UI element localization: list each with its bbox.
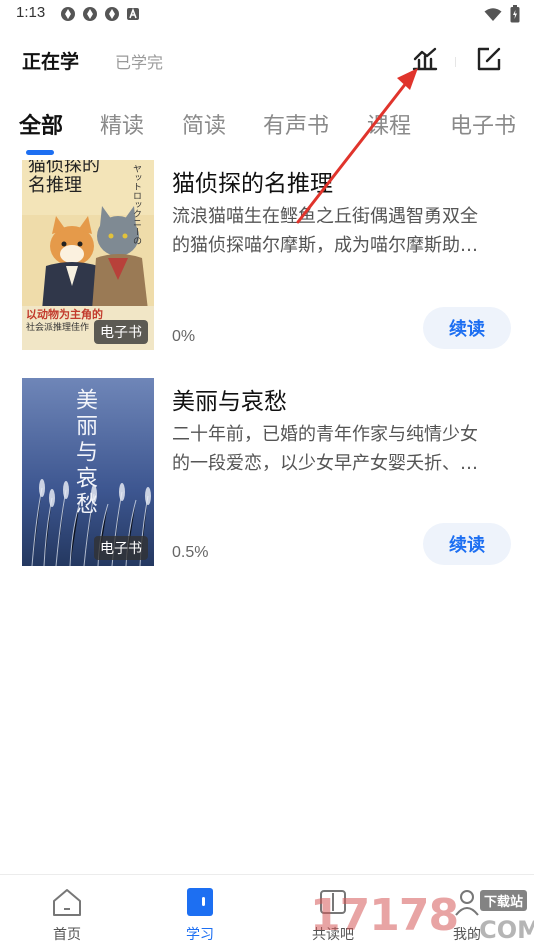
continue-reading-button[interactable]: 续读	[423, 307, 511, 349]
book-title[interactable]: 猫侦探的名推理	[172, 164, 333, 198]
edit-icon[interactable]	[474, 44, 504, 74]
book-item[interactable]: 猫侦探的 名推理 ヤットロックニーの 以动物为主角的 社会派推理佳作 电子书 猫…	[0, 160, 534, 350]
cover-subtitle: 社会派推理佳作	[26, 323, 90, 333]
app-icon	[104, 6, 120, 22]
cover-title-line1: 猫侦探的	[28, 160, 100, 176]
tab-finished[interactable]: 已学完	[115, 49, 163, 73]
home-icon	[50, 885, 84, 919]
book-desc-line: 的猫侦探喵尔摩斯，成为喵尔摩斯助…	[172, 235, 478, 256]
app-icon	[82, 6, 98, 22]
status-time: 1:13	[16, 4, 46, 21]
active-tab-indicator	[26, 150, 54, 155]
wifi-icon	[484, 7, 502, 26]
book-title[interactable]: 美丽与哀愁	[172, 382, 287, 416]
watermark-subtitle: 下载站	[480, 890, 528, 911]
status-bar: 1:13	[0, 0, 534, 30]
reading-progress: 0%	[172, 328, 196, 345]
tab-in-progress[interactable]: 正在学	[22, 47, 79, 74]
study-icon	[183, 885, 217, 919]
nav-label: 学习	[186, 927, 214, 943]
stats-chart-icon[interactable]	[410, 44, 440, 74]
nav-study[interactable]: 学习	[160, 885, 240, 944]
book-desc-line: 二十年前，已婚的青年作家与纯情少女	[172, 424, 478, 445]
book-description: 流浪猫喵生在鲣鱼之丘街偶遇智勇双全 的猫侦探喵尔摩斯，成为喵尔摩斯助…	[172, 202, 506, 260]
nav-label: 首页	[53, 927, 81, 943]
watermark-domain: .COM	[470, 916, 534, 944]
category-tabs: 全部 精读 简读 有声书 课程 电子书	[0, 108, 534, 152]
book-cover: 猫侦探的 名推理 ヤットロックニーの 以动物为主角的 社会派推理佳作 电子书	[22, 160, 154, 350]
status-right	[484, 5, 520, 27]
book-cover: 美丽与哀愁 电子书	[22, 378, 154, 566]
learning-status-tabs: 正在学 已学完	[22, 47, 163, 74]
book-desc-line: 流浪猫喵生在鲣鱼之丘街偶遇智勇双全	[172, 206, 478, 227]
ebook-badge: 电子书	[94, 320, 148, 344]
tab-ebook[interactable]: 电子书	[450, 108, 516, 140]
reading-progress: 0.5%	[172, 544, 209, 561]
tab-all[interactable]: 全部	[19, 108, 63, 140]
notification-icons	[60, 6, 142, 22]
cover-title: 美丽与哀愁	[72, 388, 97, 518]
battery-icon	[510, 5, 520, 27]
header-actions	[410, 44, 504, 74]
nav-home[interactable]: 首页	[27, 885, 107, 944]
app-icon	[60, 6, 76, 22]
cover-vertical-text: ヤットロックニーの	[131, 164, 141, 245]
a-icon	[126, 6, 142, 22]
book-desc-line: 的一段爱恋，以少女早产女婴夭折、…	[172, 453, 478, 474]
cover-title-line2: 名推理	[28, 175, 82, 196]
book-item[interactable]: 美丽与哀愁 电子书 美丽与哀愁 二十年前，已婚的青年作家与纯情少女 的一段爱恋，…	[0, 378, 534, 566]
tab-intensive-reading[interactable]: 精读	[100, 108, 144, 140]
ebook-badge: 电子书	[94, 536, 148, 560]
watermark-number: 17178	[310, 890, 459, 941]
tab-brief-reading[interactable]: 简读	[182, 108, 226, 140]
tab-audiobook[interactable]: 有声书	[263, 108, 329, 140]
continue-reading-button[interactable]: 续读	[423, 523, 511, 565]
book-description: 二十年前，已婚的青年作家与纯情少女 的一段爱恋，以少女早产女婴夭折、…	[172, 420, 506, 478]
tab-course[interactable]: 课程	[367, 108, 411, 140]
site-watermark: 17178 下载站 .COM	[310, 886, 534, 950]
